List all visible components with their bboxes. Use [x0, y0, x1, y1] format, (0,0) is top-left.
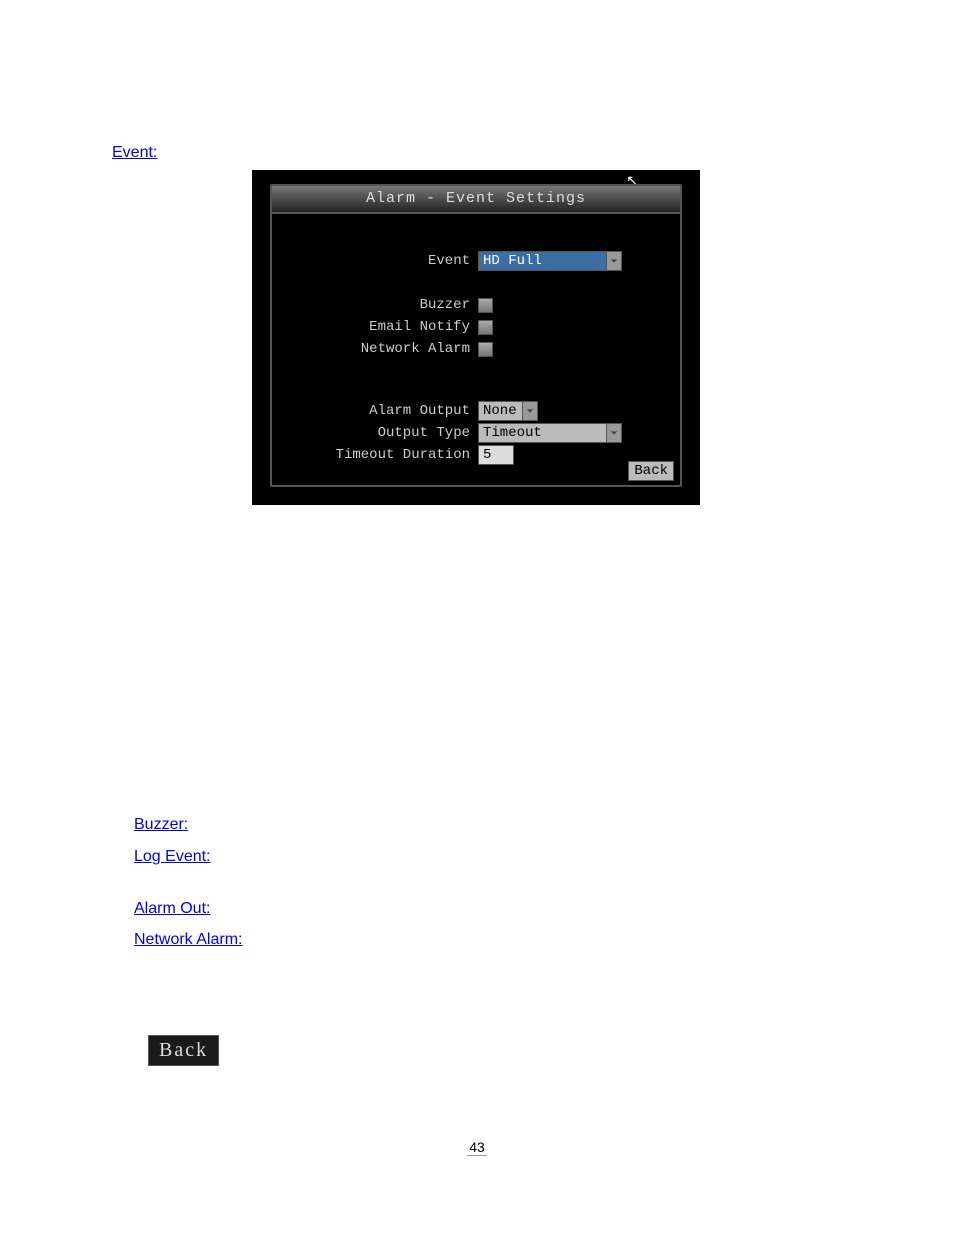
label-output-type: Output Type — [282, 425, 478, 441]
page-number: 43 — [0, 1139, 954, 1155]
link-alarm-out[interactable]: Alarm Out: — [134, 900, 210, 918]
output-type-select[interactable]: Timeout — [478, 423, 622, 443]
buzzer-checkbox[interactable] — [478, 298, 493, 313]
label-email: Email Notify — [282, 319, 478, 335]
label-alarm-output: Alarm Output — [282, 403, 478, 419]
dropdown-arrow-icon — [606, 252, 621, 270]
label-timeout: Timeout Duration — [282, 447, 478, 463]
window-title: Alarm - Event Settings — [272, 186, 680, 214]
label-buzzer: Buzzer — [282, 297, 478, 313]
back-button[interactable]: Back — [628, 461, 674, 481]
event-select-value: HD Full — [479, 253, 542, 269]
link-buzzer[interactable]: Buzzer: — [134, 816, 188, 834]
alarm-window: Alarm - Event Settings Event HD Full Buz… — [270, 184, 682, 487]
label-event: Event — [282, 253, 478, 269]
dropdown-arrow-icon — [522, 402, 537, 420]
email-checkbox[interactable] — [478, 320, 493, 335]
alarm-output-value: None — [479, 403, 517, 419]
screenshot-outer: ↖ Alarm - Event Settings Event HD Full B… — [252, 170, 700, 505]
link-network-alarm[interactable]: Network Alarm: — [134, 931, 242, 949]
network-checkbox[interactable] — [478, 342, 493, 357]
back-button-image: Back — [148, 1035, 219, 1066]
link-event[interactable]: Event: — [112, 144, 157, 162]
alarm-output-select[interactable]: None — [478, 401, 538, 421]
label-network: Network Alarm — [282, 341, 478, 357]
event-select[interactable]: HD Full — [478, 251, 622, 271]
timeout-input[interactable]: 5 — [478, 445, 514, 465]
dropdown-arrow-icon — [606, 424, 621, 442]
output-type-value: Timeout — [479, 425, 542, 441]
link-log-event[interactable]: Log Event: — [134, 848, 211, 866]
